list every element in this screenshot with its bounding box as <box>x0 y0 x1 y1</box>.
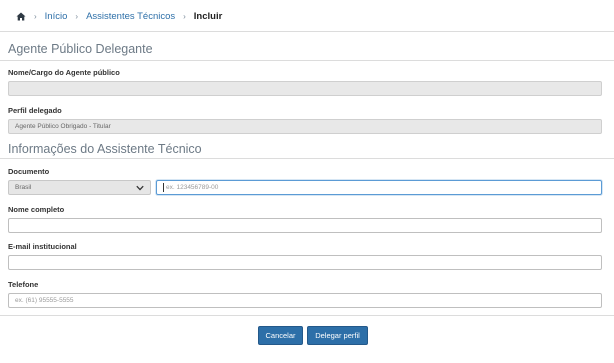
breadcrumb: › Início › Assistentes Técnicos › Inclui… <box>16 9 222 23</box>
telefone-label: Telefone <box>8 280 39 289</box>
country-select-value: Brasil <box>15 184 32 191</box>
chevron-right-icon: › <box>183 11 186 21</box>
country-select[interactable]: Brasil <box>8 180 151 195</box>
section-title-assistente: Informações do Assistente Técnico <box>8 142 202 156</box>
documento-placeholder: ex. 123456789-00 <box>166 184 219 191</box>
text-cursor <box>163 183 164 192</box>
nome-completo-input[interactable] <box>8 218 602 233</box>
chevron-right-icon: › <box>75 11 79 21</box>
nome-cargo-label: Nome/Cargo do Agente público <box>8 68 120 77</box>
divider <box>0 158 614 159</box>
documento-input[interactable]: ex. 123456789-00 <box>156 180 602 195</box>
chevron-down-icon <box>136 185 144 191</box>
email-input[interactable] <box>8 255 602 270</box>
telefone-input[interactable]: ex. (61) 95555-5555 <box>8 293 602 308</box>
home-icon[interactable] <box>16 12 26 21</box>
divider <box>0 60 614 61</box>
documento-label: Documento <box>8 167 50 176</box>
breadcrumb-link-assistentes[interactable]: Assistentes Técnicos <box>86 11 175 22</box>
perfil-delegado-label: Perfil delegado <box>8 106 62 115</box>
email-label: E-mail institucional <box>8 242 77 251</box>
cancel-button[interactable]: Cancelar <box>258 326 303 345</box>
divider <box>0 31 614 32</box>
chevron-right-icon: › <box>34 11 37 21</box>
divider <box>0 315 614 316</box>
perfil-delegado-field[interactable]: Agente Público Obrigado - Titular <box>8 119 602 134</box>
breadcrumb-current: Incluir <box>193 10 223 22</box>
telefone-placeholder: ex. (61) 95555-5555 <box>15 297 74 304</box>
nome-completo-label: Nome completo <box>8 205 65 214</box>
delegar-perfil-button[interactable]: Delegar perfil <box>307 326 368 345</box>
breadcrumb-link-inicio[interactable]: Início <box>45 11 68 22</box>
section-title-delegante: Agente Público Delegante <box>8 42 153 56</box>
nome-cargo-field[interactable] <box>8 81 602 96</box>
perfil-delegado-value: Agente Público Obrigado - Titular <box>15 123 111 130</box>
